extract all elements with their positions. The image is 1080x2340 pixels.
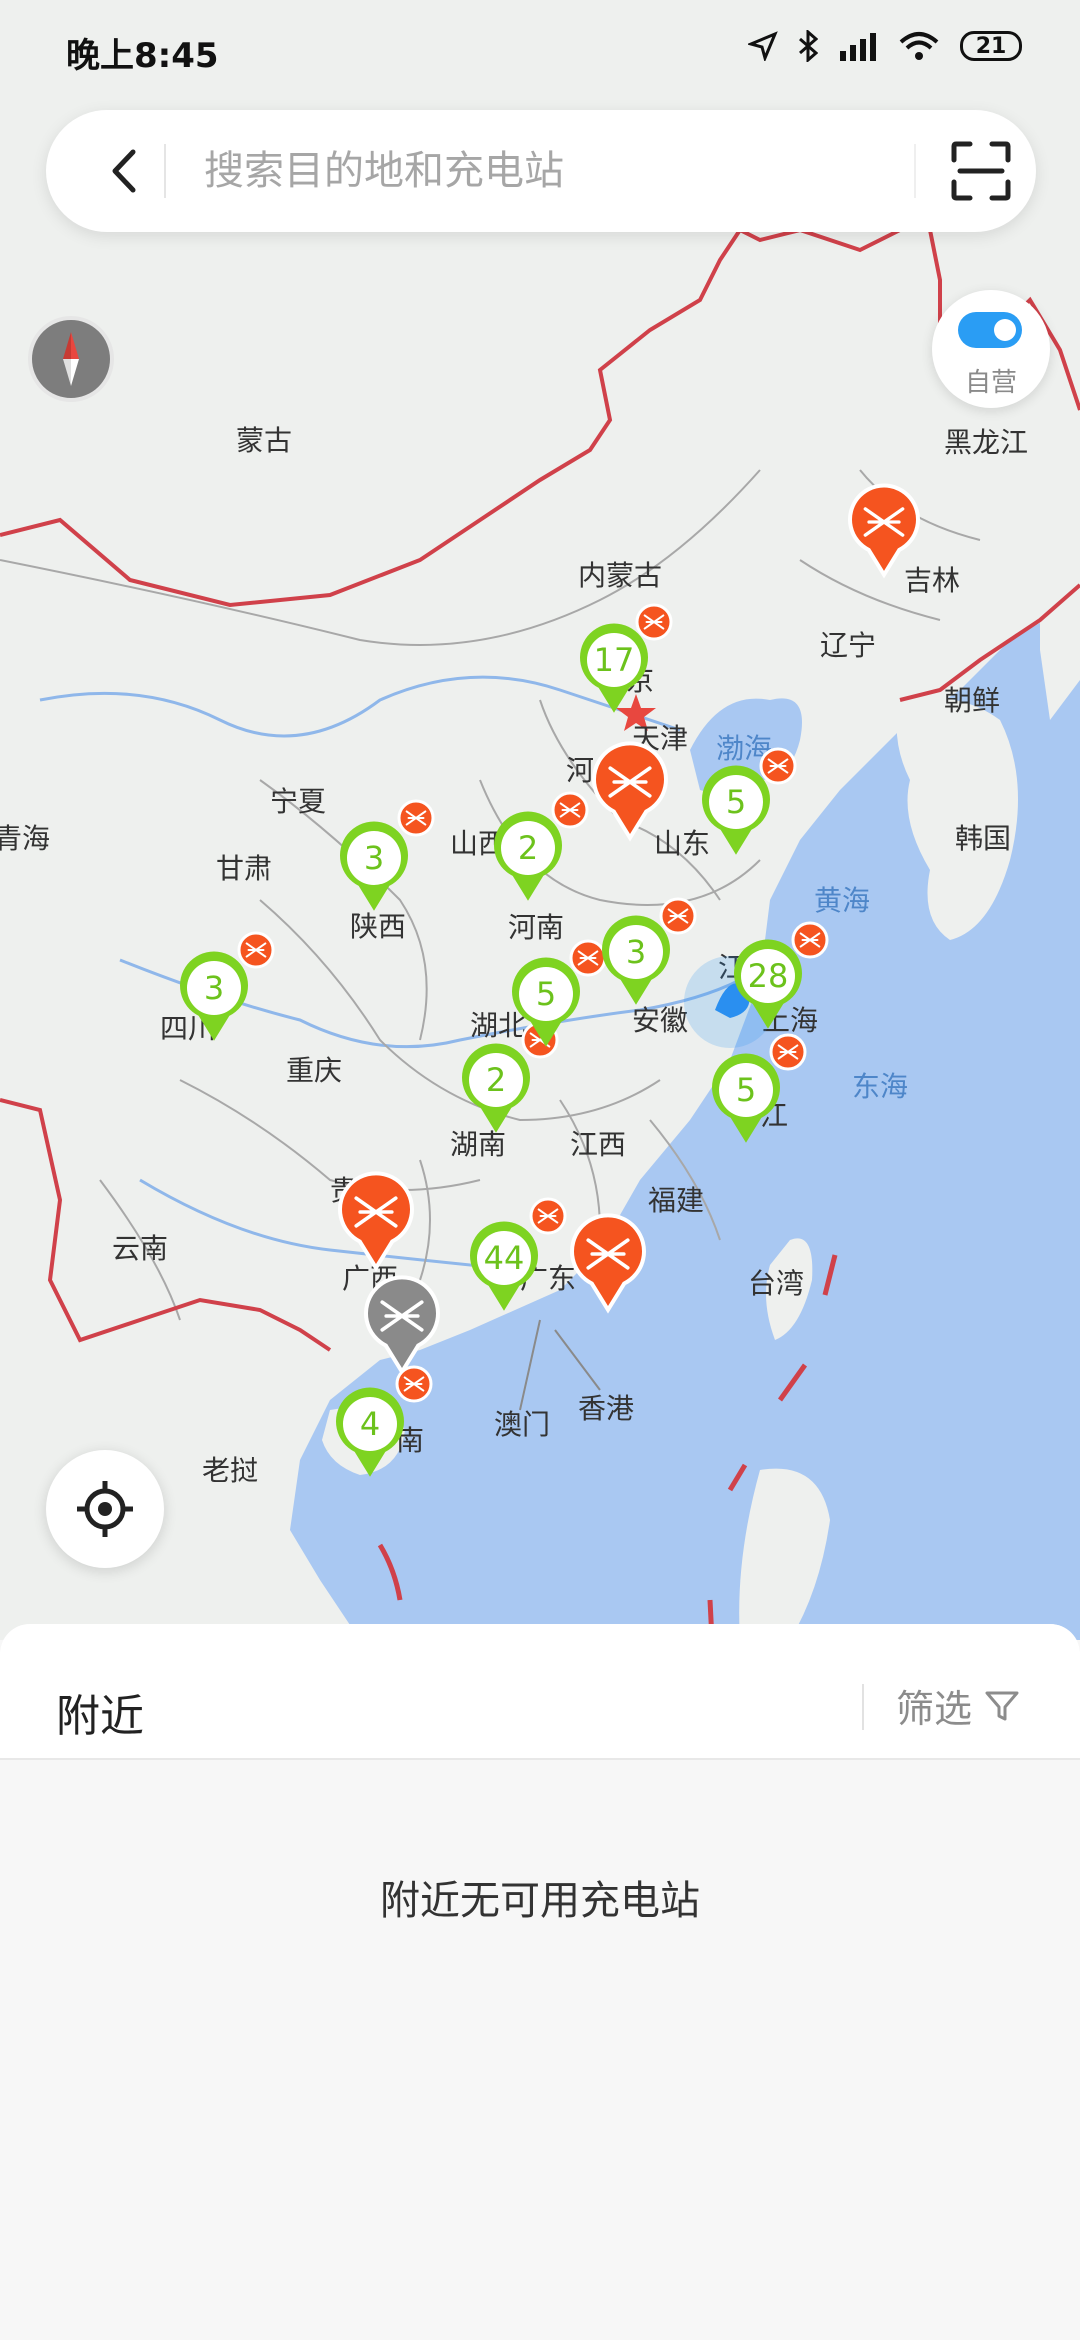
station-marker[interactable] <box>237 931 275 969</box>
compass-button[interactable] <box>28 316 114 402</box>
cluster-count: 3 <box>364 839 384 877</box>
map-label: 青海 <box>0 822 50 855</box>
map-label: 澳门 <box>494 1408 550 1441</box>
cluster-count: 44 <box>484 1239 525 1277</box>
cluster-count: 3 <box>626 933 646 971</box>
station-marker[interactable] <box>529 1197 567 1235</box>
station-marker[interactable] <box>769 1033 807 1071</box>
back-button[interactable] <box>90 136 160 206</box>
cluster-count: 28 <box>748 957 789 995</box>
filter-button[interactable]: 筛选 <box>896 1678 1020 1733</box>
status-time: 晚上8:45 <box>66 36 219 76</box>
map-view[interactable]: 蒙古 黑龙江 吉林 内蒙古 辽宁 朝鲜京天津 渤海河韩国 宁夏 山西 山东 青海 甘肃 黄海 陕西 河南江四… <box>0 0 1080 1640</box>
map-label: 香港 <box>578 1392 634 1425</box>
map-label: 福建 <box>648 1184 704 1217</box>
bluetooth-icon <box>799 30 818 62</box>
station-marker[interactable] <box>635 603 673 641</box>
battery-level: 21 <box>975 33 1007 59</box>
cluster-count: 4 <box>360 1405 380 1443</box>
status-bar: 晚上8:45 21 <box>0 0 1080 100</box>
empty-state-message: 附近无可用充电站 <box>380 1878 700 1924</box>
crosshair-icon <box>77 1481 133 1537</box>
station-marker[interactable] <box>551 791 589 829</box>
sheet-header: 附近 筛选 <box>0 1624 1080 1760</box>
compass-icon <box>63 332 79 386</box>
station-marker[interactable] <box>759 747 797 785</box>
wifi-icon <box>899 32 939 60</box>
map-label: 甘肃 <box>216 852 272 885</box>
station-marker[interactable] <box>791 921 829 959</box>
map-label: 黑龙江 <box>944 426 1028 459</box>
map-label: 安徽 <box>632 1004 688 1037</box>
toggle-knob <box>994 319 1016 341</box>
map-label: 内蒙古 <box>578 559 662 592</box>
map-label: 吉林 <box>904 564 960 597</box>
toggle-switch[interactable] <box>958 312 1022 348</box>
station-marker[interactable] <box>659 897 697 935</box>
search-divider <box>164 144 166 198</box>
map-label: 山东 <box>654 827 710 860</box>
funnel-icon <box>985 1691 1019 1720</box>
filter-label: 筛选 <box>896 1687 973 1731</box>
sheet-divider <box>862 1684 864 1730</box>
map-label: 东海 <box>852 1070 908 1103</box>
cluster-count: 17 <box>594 641 635 679</box>
map-canvas[interactable]: 蒙古 黑龙江吉林内蒙古辽宁朝鲜京天津 渤海河韩国宁夏山西 山东青海甘肃黄海陕西 河南江四… <box>0 0 1080 1640</box>
toggle-label: 自营 <box>964 368 1017 398</box>
map-label: 台湾 <box>748 1267 804 1300</box>
search-divider-right <box>914 144 916 198</box>
map-label: 江西 <box>570 1128 626 1161</box>
cluster-count: 5 <box>736 1071 756 1109</box>
status-icons: 21 <box>748 30 1022 62</box>
bottom-sheet: 附近 筛选 附近无可用充电站 <box>0 1624 1080 2340</box>
map-label: 宁夏 <box>270 785 326 818</box>
signal-icon <box>840 33 876 61</box>
search-bar <box>46 110 1036 232</box>
map-label: 辽宁 <box>820 629 876 662</box>
station-marker[interactable] <box>569 939 607 977</box>
cluster-count: 2 <box>518 829 538 867</box>
map-label: 重庆 <box>286 1054 342 1087</box>
sheet-title: 附近 <box>56 1691 144 1742</box>
map-label: 河南 <box>508 911 564 944</box>
station-marker[interactable] <box>397 799 435 837</box>
map-label: 河 <box>566 754 594 787</box>
location-icon <box>748 31 778 61</box>
map-label: 湖北 <box>470 1009 526 1042</box>
map-label: 老挝 <box>202 1454 258 1487</box>
map-label: 蒙古 <box>236 424 292 457</box>
self-operated-toggle[interactable]: 自营 <box>932 290 1050 408</box>
map-label: 云南 <box>112 1232 168 1265</box>
cluster-count: 2 <box>486 1061 506 1099</box>
cluster-count: 3 <box>204 969 224 1007</box>
map-label: 朝鲜 <box>944 684 1000 717</box>
cluster-count: 5 <box>726 783 746 821</box>
scan-icon[interactable] <box>946 136 1016 206</box>
chevron-left-icon <box>112 149 136 193</box>
cluster-count: 5 <box>536 975 556 1013</box>
battery-icon: 21 <box>960 31 1022 61</box>
map-label: 湖南 <box>450 1128 506 1161</box>
station-marker[interactable] <box>395 1365 433 1403</box>
map-label: 陕西 <box>350 910 406 943</box>
locate-me-button[interactable] <box>46 1450 164 1568</box>
map-label: 韩国 <box>955 822 1011 855</box>
map-label: 黄海 <box>814 884 870 917</box>
search-input[interactable] <box>202 140 906 202</box>
